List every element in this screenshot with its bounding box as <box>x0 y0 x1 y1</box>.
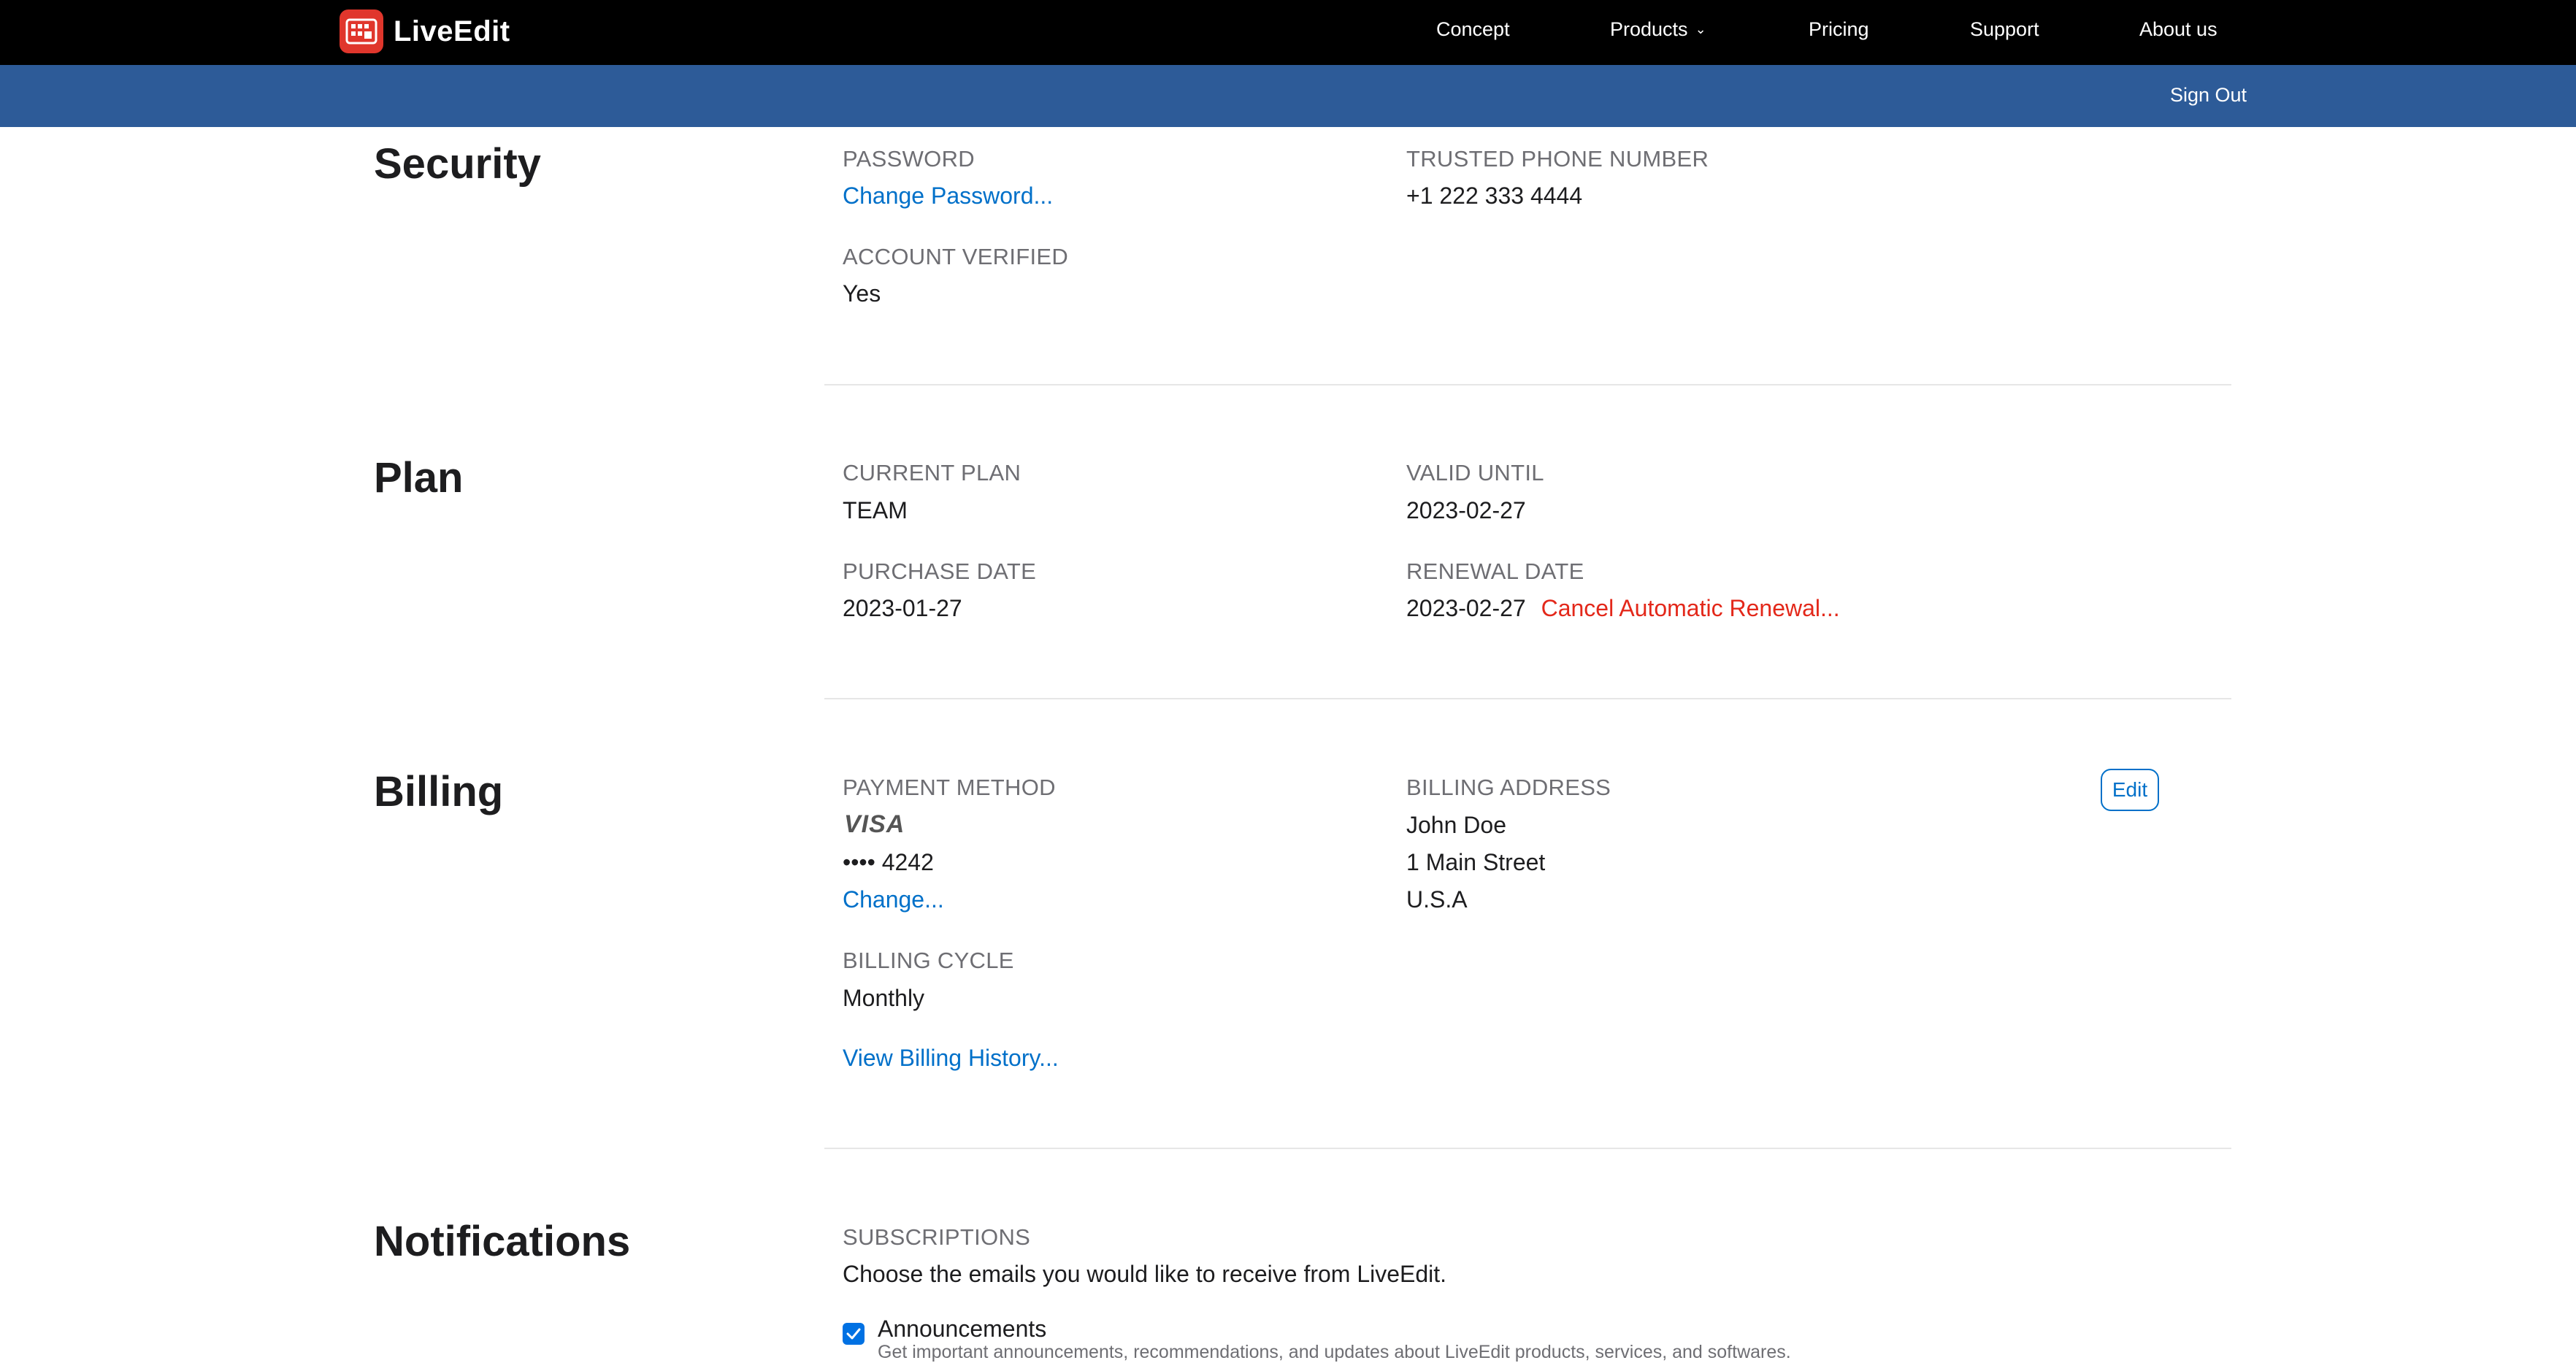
billing-cycle-value: Monthly <box>843 985 925 1011</box>
valid-until-value: 2023-02-27 <box>1406 497 1526 523</box>
nav-link-about-us[interactable]: About us <box>2139 18 2217 41</box>
sign-out-link[interactable]: Sign Out <box>2170 84 2247 107</box>
chevron-down-icon: ⌄ <box>1695 22 1706 37</box>
account-verified-value: Yes <box>843 280 881 307</box>
nav-link-products[interactable]: Products ⌄ <box>1610 18 1706 41</box>
address-country: U.S.A <box>1406 886 1468 913</box>
payment-method-label: PAYMENT METHOD <box>843 775 1056 800</box>
cancel-renewal-link[interactable]: Cancel Automatic Renewal... <box>1541 595 1840 621</box>
subscriptions-description: Choose the emails you would like to rece… <box>843 1261 1447 1287</box>
nav-link-support[interactable]: Support <box>1970 18 2039 41</box>
subscriptions-label: SUBSCRIPTIONS <box>843 1224 1031 1250</box>
valid-until-label: VALID UNTIL <box>1406 460 1544 485</box>
card-number: •••• 4242 <box>843 849 934 875</box>
section-title-billing: Billing <box>374 768 504 815</box>
announcements-label: Announcements <box>878 1316 1047 1342</box>
logo-text: LiveEdit <box>394 15 510 47</box>
address-street: 1 Main Street <box>1406 849 1546 875</box>
logo[interactable]: LiveEdit <box>340 9 510 53</box>
renewal-date-value: 2023-02-27 <box>1406 595 1526 621</box>
billing-address-label: BILLING ADDRESS <box>1406 775 1611 800</box>
account-bar: Sign Out <box>0 65 2576 127</box>
nav-link-concept[interactable]: Concept <box>1436 18 1510 41</box>
visa-card-icon: VISA <box>844 810 905 838</box>
address-name: John Doe <box>1406 812 1506 838</box>
edit-address-button[interactable]: Edit <box>2101 769 2159 811</box>
section-divider <box>824 1148 2231 1149</box>
billing-history-link[interactable]: View Billing History... <box>843 1045 1059 1072</box>
account-verified-label: ACCOUNT VERIFIED <box>843 244 1069 269</box>
trusted-phone-value: +1 222 333 4444 <box>1406 183 1583 209</box>
section-divider <box>824 384 2231 385</box>
change-payment-link[interactable]: Change... <box>843 886 944 913</box>
nav-link-pricing[interactable]: Pricing <box>1809 18 1869 41</box>
renewal-date-row: 2023-02-27 Cancel Automatic Renewal... <box>1406 595 1840 622</box>
liveedit-logo-icon <box>340 9 383 53</box>
change-password-link[interactable]: Change Password... <box>843 183 1053 210</box>
section-divider <box>824 698 2231 699</box>
billing-cycle-label: BILLING CYCLE <box>843 948 1014 973</box>
announcements-checkbox[interactable] <box>843 1323 865 1345</box>
renewal-date-label: RENEWAL DATE <box>1406 558 1584 584</box>
nav-link-products-label: Products <box>1610 18 1688 40</box>
section-title-plan: Plan <box>374 454 464 502</box>
current-plan-value: TEAM <box>843 497 908 523</box>
checkmark-icon <box>846 1328 861 1340</box>
trusted-phone-label: TRUSTED PHONE NUMBER <box>1406 146 1709 172</box>
top-navigation-bar: LiveEdit Concept Products ⌄ Pricing Suppo… <box>0 0 2576 65</box>
section-title-security: Security <box>374 140 541 188</box>
current-plan-label: CURRENT PLAN <box>843 460 1021 485</box>
purchase-date-value: 2023-01-27 <box>843 595 962 621</box>
password-label: PASSWORD <box>843 146 975 172</box>
purchase-date-label: PURCHASE DATE <box>843 558 1037 584</box>
announcements-description: Get important announcements, recommendat… <box>878 1342 1791 1362</box>
section-title-notifications: Notifications <box>374 1218 631 1265</box>
